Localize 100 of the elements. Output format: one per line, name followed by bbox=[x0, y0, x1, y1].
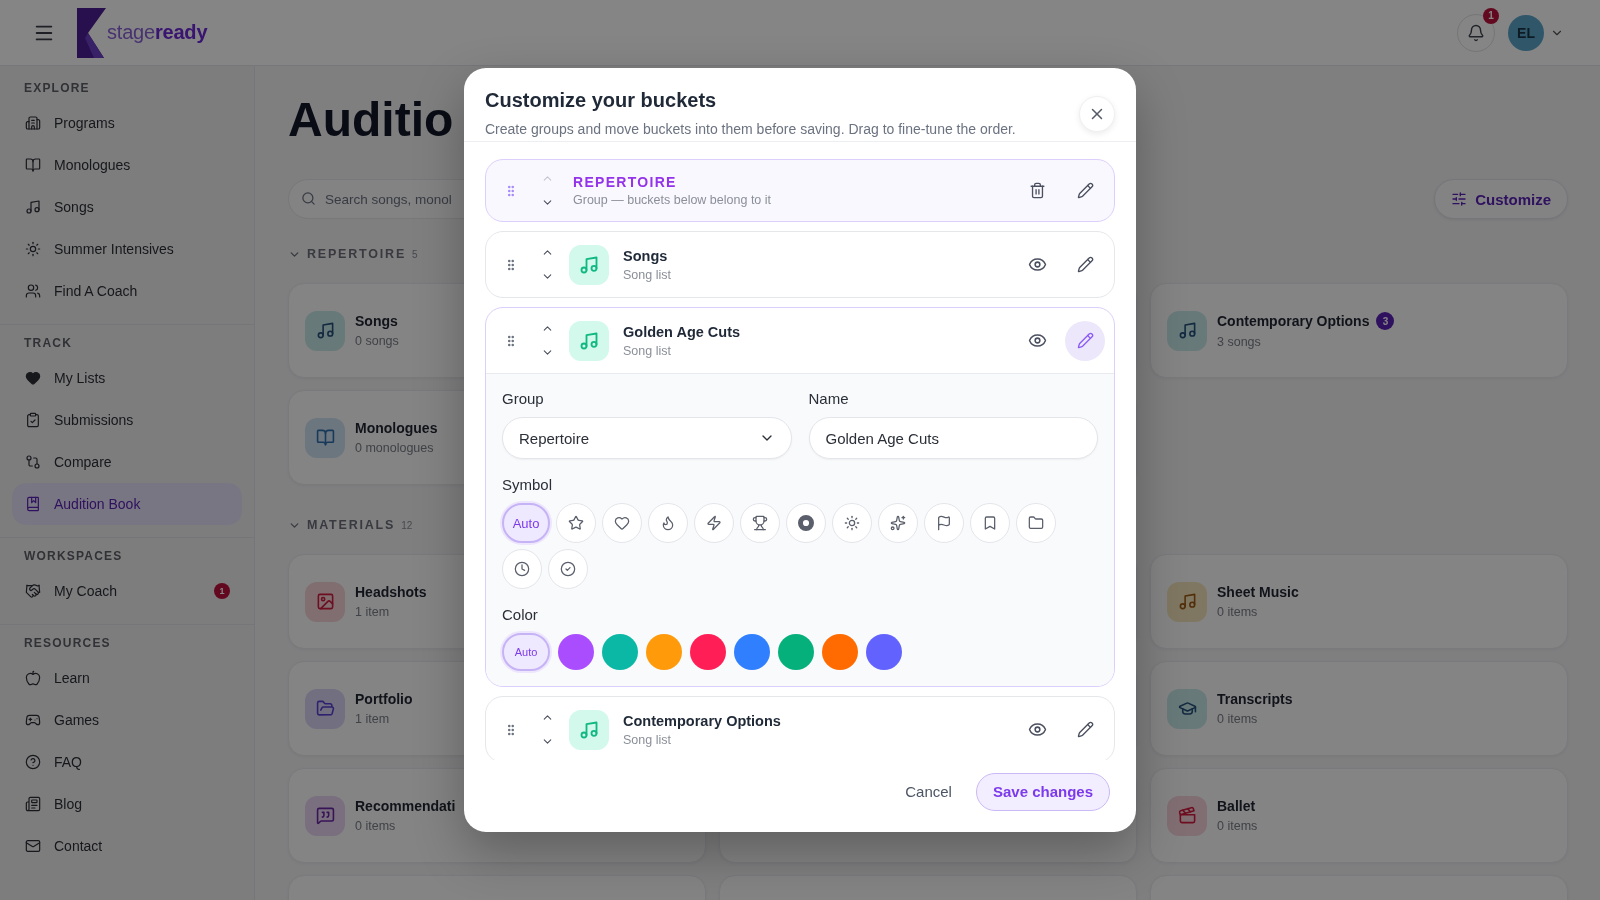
trophy-icon bbox=[752, 515, 768, 531]
music-notes-icon bbox=[569, 709, 609, 750]
logo-text: stageready bbox=[107, 21, 208, 44]
handshake-icon bbox=[25, 583, 41, 599]
image-icon bbox=[305, 581, 345, 622]
sidebar-item[interactable]: Songs bbox=[12, 186, 242, 228]
sun-icon bbox=[844, 515, 860, 531]
page-title: Auditio bbox=[288, 92, 454, 148]
sidebar-item[interactable]: My Lists bbox=[12, 357, 242, 399]
section-title: REPERTOIRE bbox=[307, 247, 407, 261]
card-title: Ballet bbox=[1217, 798, 1256, 814]
symbol-option[interactable] bbox=[740, 503, 780, 543]
eye-icon bbox=[1027, 331, 1047, 350]
card-meta: 0 items bbox=[1217, 605, 1258, 619]
bucket-subtitle: Song list bbox=[623, 343, 671, 358]
card-title: Transcripts bbox=[1217, 691, 1293, 707]
compare-icon bbox=[25, 454, 41, 470]
symbol-option[interactable] bbox=[556, 503, 596, 543]
user-avatar[interactable]: EL bbox=[1508, 14, 1544, 51]
card-meta: 0 songs bbox=[355, 334, 399, 348]
dialog-title: Customize your buckets bbox=[485, 88, 717, 112]
card-title: Headshots bbox=[355, 584, 427, 600]
sidebar-item[interactable]: Games bbox=[12, 699, 242, 741]
search-icon bbox=[301, 191, 316, 206]
color-swatch-icon[interactable] bbox=[646, 634, 682, 670]
color-swatch-icon[interactable] bbox=[734, 634, 770, 670]
symbol-option[interactable] bbox=[924, 503, 964, 543]
color-swatch-icon[interactable] bbox=[690, 634, 726, 670]
sidebar-item[interactable]: Summer Intensives bbox=[12, 228, 242, 270]
symbol-option[interactable]: Auto bbox=[502, 503, 550, 543]
symbol-option[interactable] bbox=[1016, 503, 1056, 543]
sidebar-item[interactable]: Learn bbox=[12, 657, 242, 699]
section-title: MATERIALS bbox=[307, 518, 396, 532]
symbol-option[interactable] bbox=[878, 503, 918, 543]
gamepad-icon bbox=[25, 712, 41, 728]
save-button[interactable]: Save changes bbox=[975, 772, 1110, 811]
music-notes-icon bbox=[1167, 310, 1207, 351]
symbol-option[interactable] bbox=[648, 503, 688, 543]
lightning-bolt-icon bbox=[706, 515, 722, 531]
sidebar-item[interactable]: Contact bbox=[12, 825, 242, 867]
close-button[interactable] bbox=[1079, 96, 1115, 132]
color-swatch-icon[interactable] bbox=[602, 634, 638, 670]
symbol-option[interactable] bbox=[548, 549, 588, 589]
sidebar-item[interactable]: Monologues bbox=[12, 144, 242, 186]
sidebar-item[interactable]: Programs bbox=[12, 102, 242, 144]
notification-badge: 1 bbox=[1483, 7, 1499, 24]
dialog-subtitle: Create groups and move buckets into them before saving. Drag to fine-tune the order. bbox=[485, 121, 1016, 138]
group-select[interactable]: Repertoire bbox=[502, 417, 792, 459]
flame-icon bbox=[660, 515, 676, 531]
trash-icon bbox=[1028, 182, 1046, 199]
sidebar-item[interactable]: Find A Coach bbox=[12, 270, 242, 312]
field-label: Color bbox=[502, 607, 538, 623]
sidebar-item[interactable]: Blog bbox=[12, 783, 242, 825]
card-title: Contemporary Options bbox=[1217, 313, 1370, 329]
pencil-icon bbox=[1076, 332, 1094, 349]
color-swatch-icon[interactable] bbox=[558, 634, 594, 670]
bell-icon bbox=[1467, 23, 1485, 42]
color-swatch-icon[interactable] bbox=[822, 634, 858, 670]
card-title: Songs bbox=[355, 313, 398, 329]
card-title: Monologues bbox=[355, 420, 438, 436]
sidebar-item[interactable]: My Coach 1 bbox=[12, 570, 242, 612]
card-meta: 1 item bbox=[355, 712, 390, 726]
flag-icon bbox=[936, 515, 952, 531]
sidebar-item[interactable]: Audition Book bbox=[12, 483, 242, 525]
edit-button[interactable] bbox=[1065, 320, 1105, 361]
bucket-subtitle: Song list bbox=[623, 732, 671, 747]
sidebar-item[interactable]: Submissions bbox=[12, 399, 242, 441]
pencil-icon bbox=[1076, 256, 1094, 273]
sidebar-item[interactable]: FAQ bbox=[12, 741, 242, 783]
cancel-button[interactable]: Cancel bbox=[893, 775, 964, 808]
color-auto-option[interactable]: Auto bbox=[502, 633, 550, 671]
card-title: Recommendati bbox=[355, 798, 456, 814]
field-label: Group bbox=[502, 391, 544, 407]
customize-button[interactable]: Customize bbox=[1434, 179, 1568, 219]
field-label: Name bbox=[808, 391, 849, 407]
building-icon bbox=[25, 115, 41, 131]
card-meta: 0 items bbox=[355, 819, 396, 833]
graduation-cap-icon bbox=[1167, 688, 1207, 729]
name-input[interactable]: Golden Age Cuts bbox=[808, 417, 1098, 459]
pencil-icon bbox=[1076, 182, 1094, 199]
card-meta: 0 items bbox=[1217, 819, 1258, 833]
symbol-option[interactable] bbox=[602, 503, 642, 543]
symbol-option[interactable] bbox=[832, 503, 872, 543]
newspaper-icon bbox=[25, 796, 41, 812]
music-notes-icon bbox=[569, 244, 609, 285]
quote-bubble-icon bbox=[305, 795, 345, 836]
symbol-option[interactable] bbox=[694, 503, 734, 543]
sliders-icon bbox=[1451, 191, 1468, 207]
symbol-option[interactable] bbox=[502, 549, 542, 589]
clapperboard-icon bbox=[1167, 795, 1207, 836]
symbol-option[interactable] bbox=[970, 503, 1010, 543]
card-meta: 0 monologues bbox=[355, 441, 434, 455]
color-swatch-icon[interactable] bbox=[866, 634, 902, 670]
sidebar-item[interactable]: Compare bbox=[12, 441, 242, 483]
bucket-title: Contemporary Options bbox=[623, 712, 781, 729]
sidebar-section-label: EXPLORE bbox=[23, 80, 90, 96]
color-swatch-icon[interactable] bbox=[778, 634, 814, 670]
card-meta: 0 items bbox=[1217, 712, 1258, 726]
card-meta: 3 songs bbox=[1217, 335, 1261, 349]
symbol-option[interactable] bbox=[786, 503, 826, 543]
